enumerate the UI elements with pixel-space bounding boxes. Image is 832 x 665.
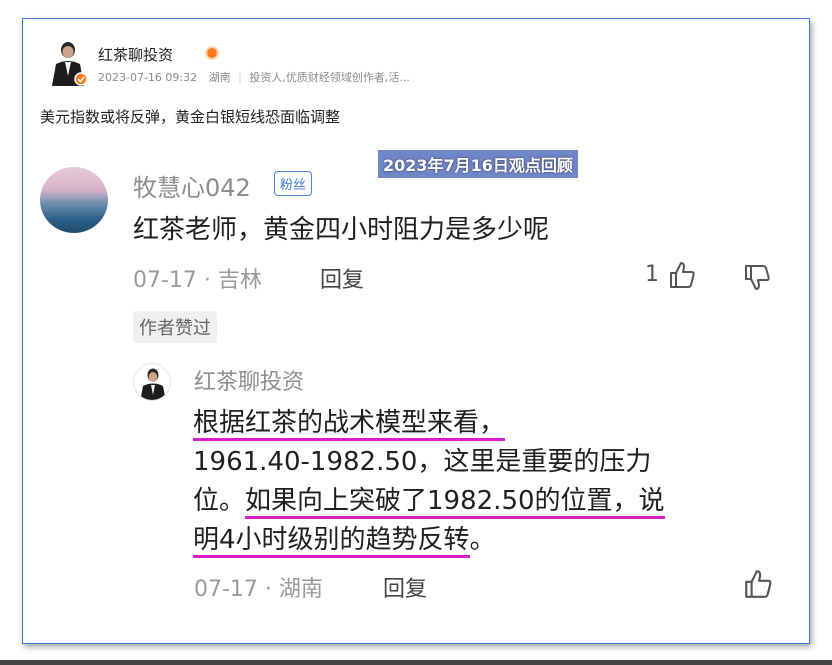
post-location: 湖南 bbox=[208, 71, 231, 84]
post-author-bio: 投资人,优质财经领域创作者,活... bbox=[249, 71, 410, 84]
reply-author-avatar[interactable] bbox=[133, 363, 171, 401]
thumb-up-icon[interactable] bbox=[667, 260, 697, 290]
post-date: 2023-07-16 09:32 bbox=[98, 71, 198, 84]
reply-line-4a: 明4小时级别的趋势反转 bbox=[193, 525, 470, 558]
thumb-up-icon[interactable] bbox=[742, 568, 774, 600]
fan-badge: 粉丝 bbox=[274, 171, 313, 196]
author-liked-tag: 作者赞过 bbox=[133, 311, 217, 343]
post-author-avatar[interactable] bbox=[46, 38, 88, 86]
comment-date-location: 07-17 · 吉林 bbox=[133, 268, 262, 293]
comment-like-count: 1 bbox=[645, 262, 659, 287]
commenter-name[interactable]: 牧慧心042 bbox=[133, 168, 251, 203]
post-title[interactable]: 美元指数或将反弹，黄金白银短线恐面临调整 bbox=[40, 106, 340, 127]
thumb-down-icon[interactable] bbox=[742, 262, 772, 292]
reply-line-3b: 如果向上突破了1982.50的位置，说 bbox=[245, 486, 665, 519]
post-author-name[interactable]: 红茶聊投资 bbox=[98, 44, 173, 65]
bottom-divider bbox=[0, 660, 832, 665]
reply-line-4b: 。 bbox=[469, 525, 496, 555]
comment-reply-button[interactable]: 回复 bbox=[320, 262, 364, 294]
reply-text: 根据红茶的战术模型来看， 1961.40-1982.50，这里是重要的压力 位。… bbox=[193, 404, 763, 560]
reply-reply-button[interactable]: 回复 bbox=[383, 571, 427, 603]
commenter-avatar[interactable] bbox=[40, 167, 108, 233]
post-meta: 2023-07-16 09:32 湖南 | 投资人,优质财经领域创作者,活... bbox=[98, 69, 410, 85]
date-stamp-overlay: 2023年7月16日观点回顾 bbox=[378, 150, 578, 178]
reply-line-2: 1961.40-1982.50，这里是重要的压力 bbox=[193, 447, 652, 477]
reply-line-1: 根据红茶的战术模型来看， bbox=[193, 408, 506, 441]
reply-date-location: 07-17 · 湖南 bbox=[194, 577, 323, 602]
meta-separator: | bbox=[238, 71, 242, 84]
reply-line-3a: 位。 bbox=[193, 486, 246, 516]
creator-badge-icon bbox=[205, 46, 219, 60]
reply-author-name[interactable]: 红茶聊投资 bbox=[194, 364, 304, 396]
comment-text: 红茶老师，黄金四小时阻力是多少呢 bbox=[133, 215, 550, 245]
